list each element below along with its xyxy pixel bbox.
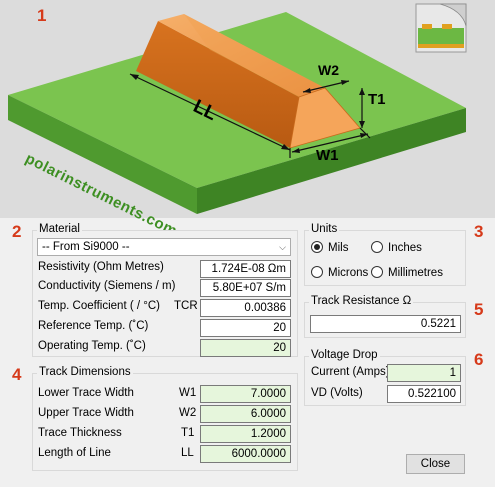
w1-symbol: W1 — [179, 387, 197, 399]
units-option-label: Mils — [328, 242, 349, 254]
section-number-1: 1 — [37, 6, 47, 25]
w2-symbol: W2 — [179, 407, 197, 419]
temp-coefficient-field[interactable]: 0.00386 — [200, 299, 291, 317]
resistivity-field[interactable]: 1.724E-08 Ωm — [200, 260, 291, 278]
t1-symbol: T1 — [181, 427, 195, 439]
material-select-value: -- From Si9000 -- — [42, 241, 130, 253]
operating-temp-label: Operating Temp. (˚C) — [38, 340, 146, 352]
close-button[interactable]: Close — [406, 454, 465, 474]
reference-temp-label: Reference Temp. (˚C) — [38, 320, 149, 332]
material-group: Material -- From Si9000 -- ⌵ Resistivity… — [32, 223, 298, 357]
trace-thickness-label: Trace Thickness — [38, 427, 122, 439]
voltage-drop-group: Voltage Drop Current (Amps) 1 VD (Volts)… — [304, 349, 466, 406]
conductivity-label: Conductivity (Siemens / m) — [38, 280, 176, 292]
upper-trace-width-field[interactable]: 6.0000 — [200, 405, 291, 423]
current-label: Current (Amps) — [311, 366, 390, 378]
section-number-4: 4 — [12, 365, 22, 384]
units-radio-microns[interactable]: Microns — [311, 265, 368, 281]
section-number-2: 2 — [12, 222, 22, 241]
ll-symbol: LL — [181, 447, 194, 459]
stackup-thumbnail-icon — [415, 3, 467, 53]
label-w1: W1 — [316, 147, 339, 164]
lower-trace-width-label: Lower Trace Width — [38, 387, 134, 399]
track-dimensions-group: Track Dimensions Lower Trace Width W1 7.… — [32, 366, 298, 471]
label-w2: W2 — [318, 62, 339, 78]
length-of-line-field[interactable]: 6000.0000 — [200, 445, 291, 463]
section-number-5: 5 — [474, 300, 484, 319]
units-option-label: Inches — [388, 242, 422, 254]
material-group-title: Material — [37, 223, 82, 235]
length-of-line-label: Length of Line — [38, 447, 111, 459]
units-option-label: Millimetres — [388, 267, 443, 279]
track-resistance-group: Track Resistance Ω 0.5221 — [304, 295, 466, 338]
operating-temp-field[interactable]: 20 — [200, 339, 291, 357]
lower-trace-width-field[interactable]: 7.0000 — [200, 385, 291, 403]
conductivity-field[interactable]: 5.80E+07 S/m — [200, 279, 291, 297]
units-option-label: Microns — [328, 267, 369, 279]
units-group-title: Units — [309, 223, 340, 235]
track-dimensions-title: Track Dimensions — [37, 366, 133, 378]
radio-selected-icon — [311, 241, 323, 253]
radio-unselected-icon — [371, 266, 383, 278]
units-radio-millimetres[interactable]: Millimetres — [371, 265, 443, 281]
chevron-down-icon: ⌵ — [279, 242, 286, 252]
material-select[interactable]: -- From Si9000 -- ⌵ — [37, 238, 291, 256]
track-resistance-field[interactable]: 0.5221 — [310, 315, 461, 333]
units-radio-mils[interactable]: Mils — [311, 240, 348, 256]
upper-trace-width-label: Upper Trace Width — [38, 407, 134, 419]
trace-diagram: 1 polarinstruments.com LL W2 T1 W1 — [0, 0, 495, 240]
label-t1: T1 — [368, 91, 386, 108]
radio-unselected-icon — [371, 241, 383, 253]
radio-unselected-icon — [311, 266, 323, 278]
tcr-symbol: TCR — [174, 300, 198, 312]
temp-coefficient-label: Temp. Coefficient ( / °C) — [38, 300, 160, 312]
section-number-6: 6 — [474, 350, 484, 369]
vd-label: VD (Volts) — [311, 387, 363, 399]
resistivity-label: Resistivity (Ohm Metres) — [38, 261, 164, 273]
current-field[interactable]: 1 — [387, 364, 461, 382]
units-group: Units Mils Inches Microns Millimetres — [304, 223, 466, 286]
voltage-drop-title: Voltage Drop — [309, 349, 380, 361]
section-number-3: 3 — [474, 222, 484, 241]
reference-temp-field[interactable]: 20 — [200, 319, 291, 337]
vd-field[interactable]: 0.522100 — [387, 385, 461, 403]
track-resistance-title: Track Resistance Ω — [309, 295, 414, 307]
trace-thickness-field[interactable]: 1.2000 — [200, 425, 291, 443]
units-radio-inches[interactable]: Inches — [371, 240, 422, 256]
